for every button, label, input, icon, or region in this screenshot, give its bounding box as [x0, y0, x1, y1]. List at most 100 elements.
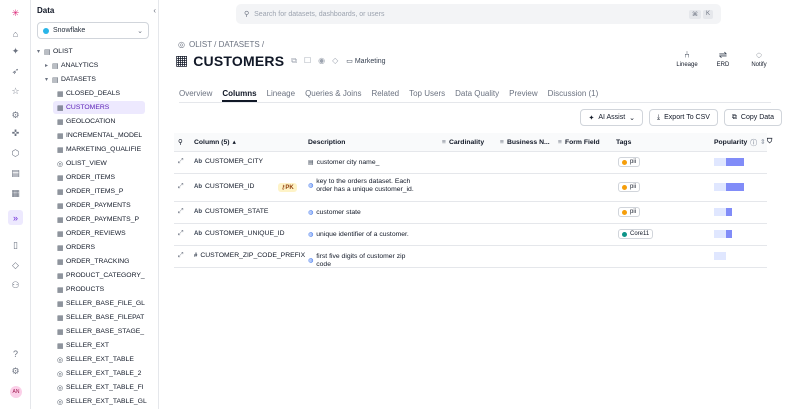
layers-icon[interactable]: ▤	[8, 166, 23, 181]
global-search[interactable]: ⚲ Search for datasets, dashboards, or us…	[236, 4, 721, 24]
avatar[interactable]: AN	[10, 386, 22, 398]
expand-icon[interactable]: »	[8, 210, 23, 225]
tab-queries-joins[interactable]: Queries & Joins	[305, 86, 361, 102]
tag-chip[interactable]: pii	[618, 182, 641, 192]
label-icon[interactable]: ◇	[332, 56, 338, 65]
book-icon[interactable]: ▯	[8, 238, 23, 253]
chevron-right-icon[interactable]: ▸	[45, 62, 52, 69]
header-column[interactable]: Column (5) ▴	[194, 138, 236, 147]
settings-icon[interactable]: ⚙	[8, 364, 23, 379]
tree-item[interactable]: ◎ SELLER_EXT_TABLE	[53, 353, 134, 366]
header-form-field[interactable]: ≡ Form Field	[558, 139, 600, 146]
column-name[interactable]: # CUSTOMER_ZIP_CODE_PREFIX	[194, 252, 305, 259]
tab-overview[interactable]: Overview	[179, 86, 212, 102]
table-row[interactable]: ⤢ Ab CUSTOMER_ID ⚷ PK ◍ key to the orders dat…	[174, 174, 767, 202]
star-icon[interactable]: ☆	[8, 84, 23, 99]
dbt-icon[interactable]: ✜	[8, 126, 23, 141]
header-description[interactable]: Description	[308, 139, 345, 146]
tree-item[interactable]: ▦ CUSTOMERS	[53, 101, 145, 114]
filter-icon[interactable]: ⛉	[767, 138, 772, 146]
export-csv-button[interactable]: ⤓ Export To CSV	[649, 109, 718, 126]
column-name[interactable]: Ab CUSTOMER_UNIQUE_ID	[194, 230, 285, 237]
tree-item[interactable]: ▦ ORDERS	[53, 241, 95, 254]
tree-item[interactable]: ▦ ORDER_ITEMS_P	[53, 185, 123, 198]
column-description[interactable]: ◍ unique identifier of a customer.	[308, 231, 420, 239]
tree-item[interactable]: ▦ PRODUCTS	[53, 283, 104, 296]
tree-item[interactable]: ▦ SELLER_BASE_STAGE_	[53, 325, 144, 338]
edit-icon[interactable]: ⤢	[178, 252, 184, 260]
tree-item[interactable]: ▦ SELLER_EXT	[53, 339, 109, 352]
erd-action[interactable]: ⇌ ERD	[710, 50, 736, 68]
edit-icon[interactable]: ⤢	[178, 230, 184, 238]
table-row[interactable]: ⤢ Ab CUSTOMER_STATE ◍ customer state pii	[174, 202, 767, 224]
edit-icon[interactable]: ⤢	[178, 158, 184, 166]
tree-item[interactable]: ▾ ▤ DATASETS	[45, 73, 96, 86]
search-icon[interactable]: ⚲	[178, 138, 183, 146]
tree-item[interactable]: ▸ ▤ ANALYTICS	[45, 59, 98, 72]
sparkle-icon[interactable]: ✦	[8, 44, 23, 59]
home-icon[interactable]: ⌂	[8, 26, 23, 41]
tree-item[interactable]: ▦ PRODUCT_CATEGORY_	[53, 269, 145, 282]
table-row[interactable]: ⤢ Ab CUSTOMER_CITY ▤ customer city name_ pii	[174, 152, 767, 174]
cube-icon[interactable]: ⬡	[8, 146, 23, 161]
tree-item[interactable]: ▦ ORDER_ITEMS	[53, 171, 115, 184]
tag-icon[interactable]: ◇	[8, 258, 23, 273]
rocket-icon[interactable]: ➶	[8, 64, 23, 79]
breadcrumb-text[interactable]: OLIST / DATASETS /	[189, 40, 264, 49]
tree-item[interactable]: ◎ SELLER_EXT_TABLE_2	[53, 367, 141, 380]
users-icon[interactable]: ⚇	[8, 278, 23, 293]
tree-item[interactable]: ▦ CLOSED_DEALS	[53, 87, 120, 100]
column-description[interactable]: ◍ key to the orders dataset. Each order h…	[308, 178, 420, 194]
header-cardinality[interactable]: ≡ Cardinality	[442, 139, 484, 146]
tree-item[interactable]: ▦ ORDER_TRACKING	[53, 255, 129, 268]
chevron-down-icon[interactable]: ▾	[37, 48, 44, 55]
header-popularity[interactable]: Popularity ⓘ ⇕	[714, 137, 766, 148]
header-business-name[interactable]: ≡ Business N...	[500, 139, 550, 146]
notify-action[interactable]: ◌ Notify	[746, 50, 772, 68]
column-description[interactable]: ◍ customer state	[308, 209, 420, 217]
tab-related[interactable]: Related	[372, 86, 400, 102]
tree-item[interactable]: ▦ SELLER_BASE_FILE_GL	[53, 297, 145, 310]
tree-item[interactable]: ◎ OLIST_VIEW	[53, 157, 107, 170]
tab-data-quality[interactable]: Data Quality	[455, 86, 499, 102]
edit-icon[interactable]: ⤢	[178, 183, 184, 191]
lineage-icon[interactable]: ⚙	[8, 108, 23, 123]
column-name[interactable]: Ab CUSTOMER_STATE	[194, 208, 268, 215]
help-icon[interactable]: ?	[8, 346, 23, 361]
domain-tag[interactable]: ▭ Marketing	[346, 57, 385, 65]
tab-preview[interactable]: Preview	[509, 86, 537, 102]
tree-item[interactable]: ◎ SELLER_EXT_TABLE_GL	[53, 395, 147, 408]
column-name[interactable]: Ab CUSTOMER_ID	[194, 183, 254, 190]
column-name[interactable]: Ab CUSTOMER_CITY	[194, 158, 263, 165]
tag-chip[interactable]: Core11	[618, 229, 654, 239]
tab-top-users[interactable]: Top Users	[409, 86, 445, 102]
tree-item[interactable]: ▦ ORDER_PAYMENTS_P	[53, 213, 139, 226]
tree-item[interactable]: ▦ GEOLOCATION	[53, 115, 115, 128]
ai-assist-button[interactable]: ✦ AI Assist ⌄	[580, 109, 644, 126]
table-row[interactable]: ⤢ Ab CUSTOMER_UNIQUE_ID ◍ unique identifier …	[174, 224, 767, 246]
breadcrumb[interactable]: ◎ OLIST / DATASETS /	[178, 40, 264, 49]
source-select[interactable]: Snowflake ⌄	[37, 22, 149, 39]
database-icon[interactable]: ▦	[8, 186, 23, 201]
copy-icon[interactable]: ⧉	[291, 56, 297, 66]
chevron-down-icon[interactable]: ▾	[45, 76, 52, 83]
tab-discussion-1[interactable]: Discussion (1)	[548, 86, 599, 102]
tree-item[interactable]: ▾ ▤ OLIST	[37, 45, 73, 58]
table-row[interactable]: ⤢ # CUSTOMER_ZIP_CODE_PREFIX ◍ first five di…	[174, 246, 767, 268]
edit-icon[interactable]: ⤢	[178, 208, 184, 216]
collapse-panel-icon[interactable]: ‹	[153, 6, 156, 15]
lineage-action[interactable]: ⑃ Lineage	[674, 50, 700, 68]
tab-columns[interactable]: Columns	[222, 86, 257, 102]
tree-item[interactable]: ▦ ORDER_REVIEWS	[53, 227, 126, 240]
header-tags[interactable]: Tags	[616, 139, 631, 146]
tree-item[interactable]: ▦ ORDER_PAYMENTS	[53, 199, 131, 212]
bookmark-icon[interactable]: ☐	[304, 56, 311, 65]
tree-item[interactable]: ▦ INCREMENTAL_MODEL	[53, 129, 142, 142]
column-description[interactable]: ◍ first five digits of customer zip code	[308, 253, 420, 269]
tree-item[interactable]: ▦ MARKETING_QUALIFIE	[53, 143, 141, 156]
tag-chip[interactable]: pii	[618, 157, 641, 167]
copy-data-button[interactable]: ⧉ Copy Data	[723, 109, 782, 126]
tag-chip[interactable]: pii	[618, 207, 641, 217]
tree-item[interactable]: ◎ SELLER_EXT_TABLE_FI	[53, 381, 144, 394]
tab-lineage[interactable]: Lineage	[267, 86, 295, 102]
